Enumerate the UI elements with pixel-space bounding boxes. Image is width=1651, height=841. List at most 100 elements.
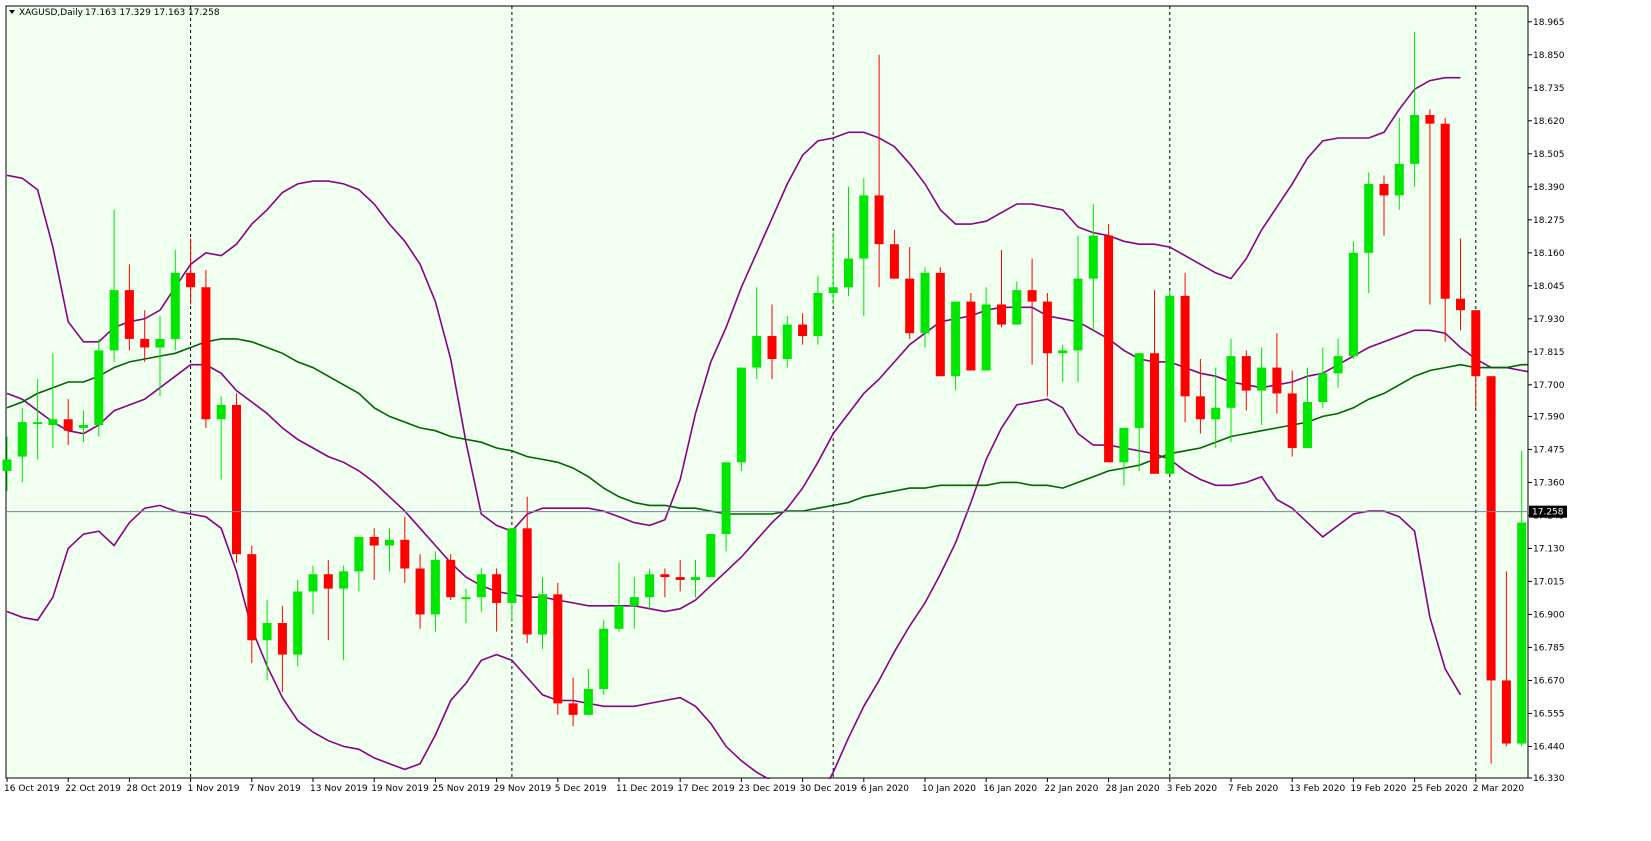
- candle-body: [614, 605, 624, 629]
- price-tick-label: 16.440: [1533, 742, 1565, 752]
- candle-body: [430, 559, 440, 615]
- candle-body: [354, 536, 364, 572]
- candle: [201, 270, 211, 428]
- candle-body: [675, 577, 685, 580]
- price-tick-label: 16.330: [1533, 774, 1565, 784]
- date-tick-label: 16 Oct 2019: [4, 784, 60, 794]
- date-tick-label: 13 Nov 2019: [310, 784, 368, 794]
- candle-body: [1394, 163, 1404, 196]
- candle: [599, 620, 609, 695]
- candle-body: [1073, 278, 1083, 351]
- candle-body: [293, 591, 303, 655]
- candle-body: [691, 577, 700, 580]
- date-tick-label: 22 Oct 2019: [65, 784, 121, 794]
- date-tick-label: 13 Feb 2020: [1289, 784, 1345, 794]
- candle-body: [201, 287, 211, 420]
- candle-body: [109, 290, 119, 351]
- price-tick-label: 18.735: [1533, 84, 1565, 94]
- candle-body: [1134, 353, 1144, 428]
- candle-body: [415, 568, 425, 615]
- plot-background: [5, 5, 1529, 779]
- candle-body: [2, 459, 12, 471]
- candle-body: [232, 404, 241, 555]
- candle-body: [844, 258, 853, 288]
- price-tick-label: 16.900: [1533, 610, 1565, 620]
- date-tick-label: 6 Jan 2020: [861, 784, 909, 794]
- candle-body: [186, 272, 196, 288]
- candle-body: [981, 304, 991, 371]
- date-tick-label: 19 Nov 2019: [371, 784, 429, 794]
- date-tick-label: 25 Nov 2019: [432, 784, 490, 794]
- candle-body: [599, 628, 609, 690]
- date-tick-label: 28 Oct 2019: [126, 784, 182, 794]
- candle: [1348, 241, 1358, 359]
- ohlc-readout: 17.163 17.329 17.163 17.258: [85, 8, 220, 18]
- candle-body: [1425, 115, 1435, 124]
- candle-body: [323, 574, 333, 589]
- candle-body: [48, 419, 58, 426]
- candle-body: [997, 304, 1006, 325]
- candle: [232, 393, 241, 563]
- candle-body: [889, 244, 899, 279]
- candle-body: [94, 350, 104, 426]
- candle: [553, 582, 563, 715]
- candle: [1165, 290, 1175, 474]
- candle-body: [706, 534, 716, 578]
- candle: [94, 338, 104, 437]
- price-axis: 16.330 16.440 16.555 16.670 16.785 16.900 17.0…: [1527, 0, 1651, 841]
- price-tick-label: 18.045: [1533, 282, 1565, 292]
- candle: [706, 534, 716, 578]
- candle-body: [507, 528, 517, 603]
- date-tick-label: 25 Feb 2020: [1412, 784, 1468, 794]
- candle-body: [767, 336, 777, 359]
- candle-body: [1379, 183, 1389, 196]
- candle: [935, 267, 945, 377]
- candle-body: [859, 195, 869, 259]
- candle: [293, 579, 303, 667]
- candle-body: [492, 574, 502, 603]
- candle-body: [522, 528, 532, 635]
- candle-body: [935, 272, 945, 377]
- candle-body: [828, 287, 838, 293]
- candle-body: [247, 554, 257, 641]
- candle: [966, 292, 976, 371]
- candle-body: [583, 689, 593, 715]
- date-tick-label: 3 Feb 2020: [1167, 784, 1218, 794]
- candle-body: [33, 422, 43, 425]
- candle-body: [752, 336, 762, 368]
- candle-body: [1364, 183, 1374, 253]
- date-tick-label: 30 Dec 2019: [800, 784, 858, 794]
- chart-window: 16.330 16.440 16.555 16.670 16.785 16.900 17.0…: [0, 0, 1651, 841]
- price-tick-label: 17.590: [1533, 412, 1565, 422]
- candle-body: [369, 536, 379, 546]
- date-tick-label: 28 Jan 2020: [1106, 784, 1160, 794]
- candle-body: [951, 301, 961, 377]
- candle-body: [461, 597, 471, 600]
- date-tick-label: 19 Feb 2020: [1350, 784, 1406, 794]
- price-tick-label: 18.275: [1533, 216, 1565, 226]
- candle-body: [1471, 310, 1481, 377]
- chart-title: XAGUSD,Daily 17.163 17.329 17.163 17.258: [9, 8, 220, 18]
- current-price-label: 17.258: [1532, 508, 1564, 518]
- candle-body: [966, 301, 976, 371]
- price-tick-label: 16.785: [1533, 643, 1565, 653]
- candle-body: [660, 574, 670, 578]
- candle-body: [1104, 235, 1114, 463]
- candle-body: [813, 292, 823, 337]
- candle-body: [1042, 301, 1052, 354]
- candle-body: [1088, 235, 1098, 279]
- date-tick-label: 29 Nov 2019: [494, 784, 552, 794]
- candle-body: [1150, 353, 1159, 474]
- candle-body: [553, 594, 563, 704]
- candle-body: [920, 272, 930, 334]
- date-tick-label: 2 Mar 2020: [1473, 784, 1525, 794]
- candle-body: [1180, 295, 1190, 397]
- price-tick-label: 18.965: [1533, 18, 1565, 28]
- price-tick-label: 18.505: [1533, 150, 1565, 160]
- candle-body: [1517, 522, 1527, 744]
- candle-body: [400, 539, 410, 569]
- date-tick-label: 16 Jan 2020: [983, 784, 1037, 794]
- date-tick-label: 11 Dec 2019: [616, 784, 674, 794]
- candle-body: [1456, 298, 1465, 311]
- candle-body: [1211, 407, 1221, 420]
